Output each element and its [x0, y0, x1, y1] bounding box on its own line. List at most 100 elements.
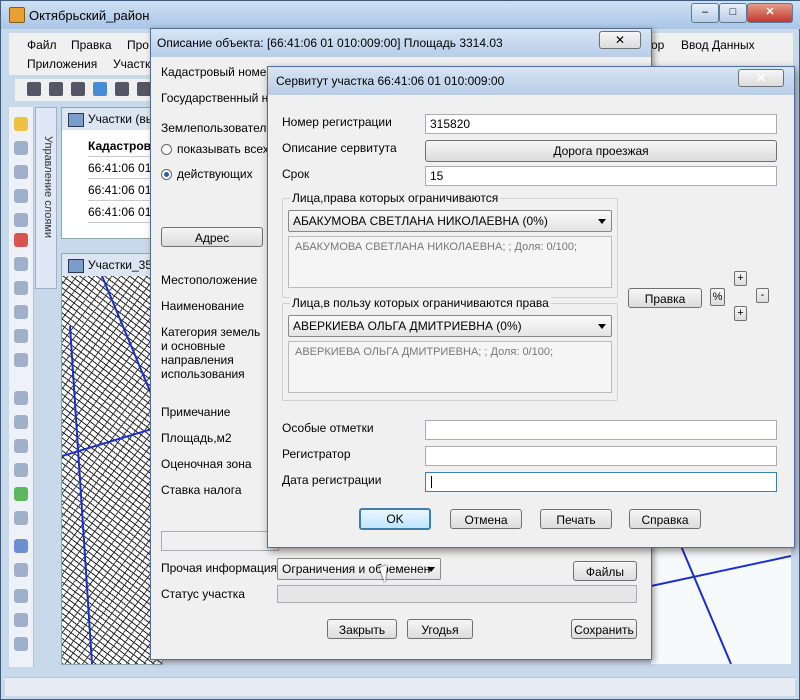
- reg-date-field[interactable]: [425, 472, 777, 492]
- radio-active-label: действующих: [177, 167, 253, 181]
- descr-close-button[interactable]: ✕: [599, 31, 641, 49]
- edit-icon[interactable]: [14, 511, 28, 525]
- menu-edit[interactable]: Правка: [71, 38, 112, 52]
- map-window[interactable]: Участки_35: [61, 253, 163, 665]
- ruler-icon[interactable]: [14, 439, 28, 453]
- toolbar-layer-icon[interactable]: [49, 82, 63, 96]
- tool-a-icon[interactable]: [14, 589, 28, 603]
- plus-button-top[interactable]: +: [734, 271, 747, 286]
- main-title-bar: Октябрьский_район – □ ✕: [1, 1, 800, 29]
- registrar-field[interactable]: [425, 446, 777, 466]
- measure-icon[interactable]: [14, 415, 28, 429]
- minus-button[interactable]: -: [756, 288, 769, 303]
- radio-show-all-label: показывать всех: [177, 142, 269, 156]
- close-button[interactable]: ✕: [747, 3, 793, 23]
- tool-b-icon[interactable]: [14, 613, 28, 627]
- sum-icon[interactable]: [14, 563, 28, 577]
- chevron-down-icon: [598, 324, 606, 329]
- other-info-select[interactable]: Ограничения и обременен: [277, 558, 441, 580]
- category-label: Категория земель и основные направления …: [161, 325, 261, 381]
- save-button[interactable]: Сохранить: [571, 619, 637, 639]
- term-field[interactable]: 15: [425, 166, 777, 186]
- descr-title-bar: Описание объекта: [66:41:06 01 010:009:0…: [151, 29, 651, 57]
- toolbar-find-icon[interactable]: [93, 82, 107, 96]
- chevron-down-icon: [427, 567, 435, 572]
- tool-no-icon[interactable]: [14, 233, 28, 247]
- other-info-value: Ограничения и обременен: [282, 562, 431, 576]
- zoom-out-icon[interactable]: [14, 329, 28, 343]
- serv-close-button[interactable]: ✕: [738, 69, 784, 87]
- reg-number-field[interactable]: 315820: [425, 114, 777, 134]
- info-icon[interactable]: [14, 391, 28, 405]
- rights-button[interactable]: Правка: [628, 288, 702, 308]
- app-icon: [9, 7, 25, 23]
- table-icon[interactable]: [14, 539, 28, 553]
- tool-pointer-icon[interactable]: [14, 189, 28, 203]
- tool-layer-icon[interactable]: [14, 281, 28, 295]
- descr-title: Описание объекта: [66:41:06 01 010:009:0…: [157, 36, 503, 50]
- restricted-person-select[interactable]: АБАКУМОВА СВЕТЛАНА НИКОЛАЕВНА (0%): [288, 210, 612, 232]
- menu-pro[interactable]: Про: [127, 38, 149, 52]
- menu-file[interactable]: Файл: [27, 38, 57, 52]
- radio-show-all[interactable]: [161, 144, 172, 155]
- valuation-zone-label: Оценочная зона: [161, 457, 252, 471]
- restricted-person-detail: АБАКУМОВА СВЕТЛАНА НИКОЛАЕВНА; ; Доля: 0…: [288, 236, 612, 288]
- name-label: Наименование: [161, 299, 245, 313]
- address-button[interactable]: Адрес: [161, 227, 263, 247]
- zoom-window-icon[interactable]: [14, 353, 28, 367]
- zoom-in-icon[interactable]: [14, 305, 28, 319]
- lands-button[interactable]: Угодья: [407, 619, 473, 639]
- maximize-button[interactable]: □: [719, 3, 747, 23]
- special-marks-field[interactable]: [425, 420, 777, 440]
- menu-or[interactable]: ор: [651, 38, 664, 52]
- toolbar-open-icon[interactable]: [27, 82, 41, 96]
- descr-bottom-field[interactable]: [161, 531, 279, 551]
- location-label: Местоположение: [161, 273, 258, 287]
- term-label: Срок: [282, 167, 310, 181]
- other-info-label: Прочая информация: [161, 561, 278, 575]
- restricted-person-value: АБАКУМОВА СВЕТЛАНА НИКОЛАЕВНА (0%): [293, 214, 548, 228]
- tool-c-icon[interactable]: [14, 637, 28, 651]
- beneficiary-value: АВЕРКИЕВА ОЛЬГА ДМИТРИЕВНА (0%): [293, 319, 522, 333]
- registrar-label: Регистратор: [282, 447, 351, 461]
- chevron-down-icon: [598, 219, 606, 224]
- tool-lasso-icon[interactable]: [14, 165, 28, 179]
- tool-house-icon[interactable]: [14, 213, 28, 227]
- minimize-button[interactable]: –: [691, 3, 719, 23]
- radio-active[interactable]: [161, 169, 172, 180]
- print-button[interactable]: Печать: [540, 509, 612, 529]
- layers-side-tab[interactable]: Управление слоями: [35, 107, 57, 289]
- note-label: Примечание: [161, 405, 231, 419]
- files-button[interactable]: Файлы: [573, 561, 637, 581]
- tool-select-icon[interactable]: [14, 141, 28, 155]
- map-boundaries-right: [651, 546, 791, 664]
- toolbar-tool-icon[interactable]: [115, 82, 129, 96]
- reg-date-label: Дата регистрации: [282, 473, 382, 487]
- layers-side-tab-label: Управление слоями: [42, 136, 54, 239]
- toolbar-print-icon[interactable]: [71, 82, 85, 96]
- menu-data-input[interactable]: Ввод Данных: [681, 38, 755, 52]
- select-arrow-icon[interactable]: [14, 117, 28, 131]
- close-dialog-button[interactable]: Закрыть: [327, 619, 397, 639]
- menu-apps[interactable]: Приложения: [27, 57, 97, 71]
- app-title: Октябрьский_район: [29, 8, 150, 23]
- description-button[interactable]: Дорога проезжая: [425, 140, 777, 162]
- percent-button[interactable]: %: [710, 288, 725, 306]
- help-button[interactable]: Справка: [629, 509, 701, 529]
- cancel-button[interactable]: Отмена: [450, 509, 522, 529]
- map-boundaries: [62, 276, 162, 664]
- status-bar: [5, 677, 795, 696]
- beneficiary-select[interactable]: АВЕРКИЕВА ОЛЬГА ДМИТРИЕВНА (0%): [288, 315, 612, 337]
- tax-rate-label: Ставка налога: [161, 483, 242, 497]
- pan-icon[interactable]: [14, 463, 28, 477]
- menu-parcels[interactable]: Участк: [113, 57, 150, 71]
- toolbar-tool2-icon[interactable]: [137, 82, 151, 96]
- layers-icon[interactable]: [14, 487, 28, 501]
- cadastral-label: Кадастровый номер: [161, 65, 274, 79]
- ok-button[interactable]: OK: [359, 508, 431, 530]
- plus-button-bottom[interactable]: +: [734, 306, 747, 321]
- table-window-icon: [68, 113, 84, 127]
- tool-grid-icon[interactable]: [14, 257, 28, 271]
- serv-title-bar: Сервитут участка 66:41:06 01 010:009:00 …: [268, 67, 794, 95]
- description-label: Описание сервитута: [282, 141, 397, 155]
